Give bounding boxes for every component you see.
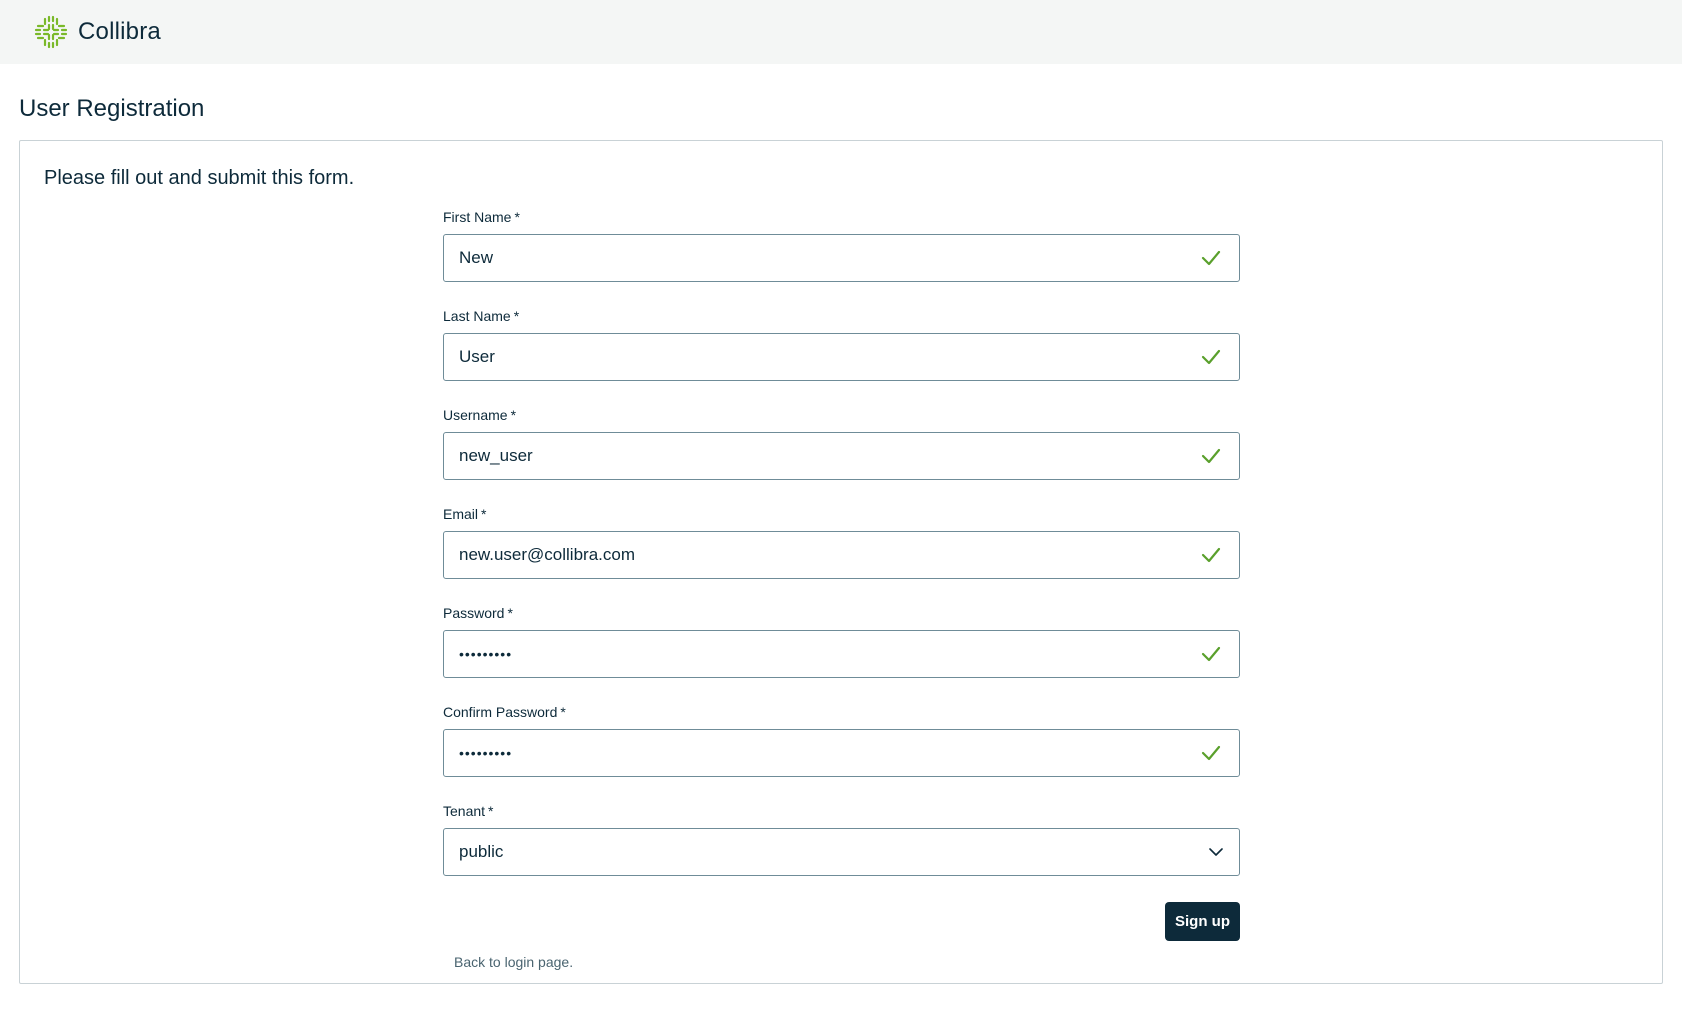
confirm-password-input-wrapper <box>443 729 1240 777</box>
tenant-selected-value: public <box>459 842 504 861</box>
username-field: Username * <box>443 407 1240 506</box>
first-name-input-wrapper <box>443 234 1240 282</box>
username-input[interactable] <box>444 433 1239 479</box>
collibra-logo-icon <box>34 15 68 49</box>
email-input-wrapper <box>443 531 1240 579</box>
check-icon <box>1201 547 1221 563</box>
username-label-text: Username <box>443 407 508 423</box>
first-name-field: First Name * <box>443 209 1240 308</box>
brand-logo[interactable]: Collibra <box>34 15 161 49</box>
confirm-password-field: Confirm Password * <box>443 704 1240 803</box>
last-name-input-wrapper <box>443 333 1240 381</box>
confirm-password-input[interactable] <box>444 730 1239 776</box>
required-marker: * <box>510 407 517 423</box>
tenant-select[interactable]: public <box>443 828 1240 876</box>
page-title: User Registration <box>19 95 205 122</box>
chevron-down-icon <box>1209 848 1223 856</box>
email-label-text: Email <box>443 506 479 522</box>
form-intro: Please fill out and submit this form. <box>44 167 355 189</box>
required-marker: * <box>514 209 520 225</box>
back-to-login-link[interactable]: Back to login page. <box>454 954 573 970</box>
confirm-password-label: Confirm Password * <box>443 704 1240 721</box>
required-marker: * <box>481 506 487 522</box>
check-icon <box>1201 448 1221 464</box>
check-icon <box>1201 250 1221 266</box>
email-label: Email * <box>443 506 1240 523</box>
check-icon <box>1201 646 1221 662</box>
username-label: Username * <box>443 407 1240 424</box>
last-name-field: Last Name * <box>443 308 1240 407</box>
required-marker: * <box>513 308 520 324</box>
first-name-label: First Name * <box>443 209 1240 226</box>
tenant-label: Tenant * <box>443 803 1240 820</box>
tenant-field: Tenant * public <box>443 803 1240 902</box>
last-name-label-text: Last Name <box>443 308 511 324</box>
check-icon <box>1201 745 1221 761</box>
first-name-label-text: First Name <box>443 209 512 225</box>
check-icon <box>1201 349 1221 365</box>
last-name-label: Last Name * <box>443 308 1240 325</box>
brand-name: Collibra <box>78 18 161 45</box>
required-marker: * <box>488 803 494 819</box>
required-marker: * <box>560 704 566 720</box>
form-actions: Sign up Back to login page. <box>443 902 1240 1012</box>
sign-up-button[interactable]: Sign up <box>1165 902 1240 941</box>
registration-card: Please fill out and submit this form. Fi… <box>19 140 1663 984</box>
email-field: Email * <box>443 506 1240 605</box>
required-marker: * <box>507 605 513 621</box>
confirm-password-label-text: Confirm Password <box>443 704 558 720</box>
tenant-label-text: Tenant <box>443 803 486 819</box>
top-bar: Collibra <box>0 0 1682 64</box>
password-input-wrapper <box>443 630 1240 678</box>
password-field: Password * <box>443 605 1240 704</box>
username-input-wrapper <box>443 432 1240 480</box>
registration-form: First Name* Last Name* Username* Email* <box>443 209 1240 1012</box>
email-input[interactable] <box>444 532 1239 578</box>
password-label: Password * <box>443 605 1240 622</box>
first-name-input[interactable] <box>444 235 1239 281</box>
password-label-text: Password <box>443 605 505 621</box>
password-input[interactable] <box>444 631 1239 677</box>
last-name-input[interactable] <box>444 334 1239 380</box>
